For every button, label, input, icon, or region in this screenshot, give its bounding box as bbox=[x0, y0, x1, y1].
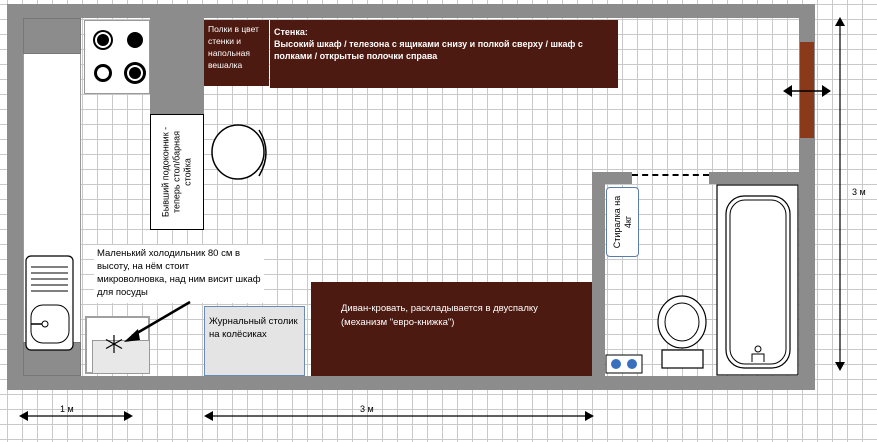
outer-wall-bottom bbox=[7, 376, 815, 390]
stove bbox=[84, 20, 150, 94]
bar-counter-label-wrap: Бывший подоконник - теперь стол/барная с… bbox=[150, 114, 204, 230]
fridge-note: Маленький холодильник 80 см в высоту, на… bbox=[94, 245, 264, 303]
dimension-mid-label: 3 м bbox=[360, 404, 374, 414]
bathroom-wall-top-left bbox=[592, 172, 632, 184]
chair-icon bbox=[211, 124, 267, 180]
bathroom-wall-left bbox=[592, 172, 605, 376]
washing-machine-label: Стиралка на 4кг bbox=[611, 195, 633, 249]
bathroom-sink-icon bbox=[605, 354, 643, 374]
stove-burners-icon bbox=[93, 30, 146, 84]
shelves-note: Полки в цвет стенки и напольная вешалка bbox=[204, 20, 269, 86]
sofa: Диван-кровать, раскладывается в двуспалк… bbox=[311, 282, 592, 376]
fridge-arrow bbox=[124, 300, 191, 342]
bathroom-wall-top-right bbox=[709, 172, 799, 184]
dimension-left bbox=[19, 411, 133, 421]
toilet-icon bbox=[657, 295, 707, 369]
coffee-table: Журнальный столик на колёсиках bbox=[204, 306, 305, 376]
outer-wall-left bbox=[7, 4, 23, 390]
dimension-left-label: 1 м bbox=[60, 404, 74, 414]
bathroom-door-opening bbox=[632, 174, 709, 176]
outer-wall-top bbox=[7, 4, 815, 18]
kitchen-partition bbox=[150, 18, 204, 114]
dimension-right-label: 3 м bbox=[852, 187, 866, 197]
sink bbox=[25, 255, 75, 353]
wall-furniture-desc: Высокий шкаф / телезона с ящиками снизу … bbox=[274, 39, 583, 61]
bar-counter-label: Бывший подоконник - теперь стол/барная с… bbox=[160, 126, 193, 218]
bathtub-icon bbox=[716, 184, 799, 376]
kitchen-counter-top bbox=[23, 18, 81, 54]
wall-furniture: Стенка: Высокий шкаф / телезона с ящикам… bbox=[270, 20, 618, 88]
dimension-right bbox=[835, 17, 845, 371]
washing-machine-label-wrap: Стиралка на 4кг bbox=[606, 187, 639, 257]
sink-icon bbox=[25, 255, 74, 351]
dimension-mid bbox=[204, 411, 594, 421]
double-arrow-icon bbox=[783, 85, 831, 97]
wall-furniture-title: Стенка: bbox=[274, 27, 308, 37]
